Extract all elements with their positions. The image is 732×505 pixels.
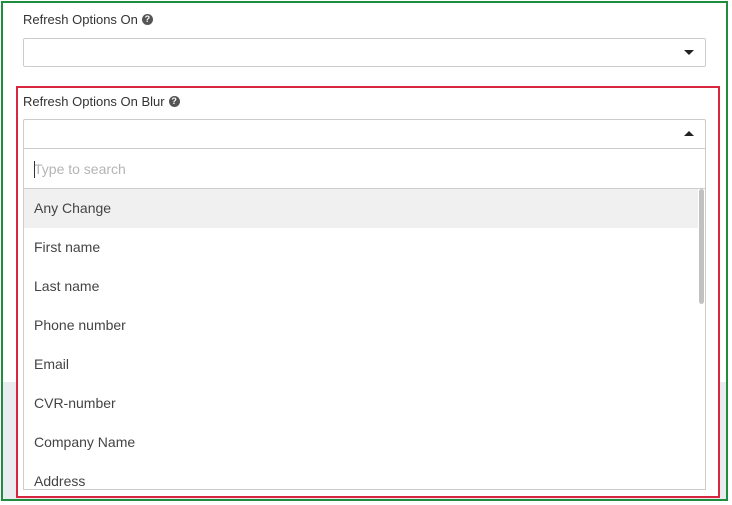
refresh-options-on-blur-label: Refresh Options On Blur ? — [23, 94, 180, 109]
refresh-options-on-label-text: Refresh Options On — [23, 12, 138, 27]
question-circle-icon[interactable]: ? — [141, 14, 153, 25]
question-circle-icon[interactable]: ? — [168, 96, 180, 107]
refresh-options-on-label: Refresh Options On ? — [23, 12, 153, 27]
option-company-name[interactable]: Company Name — [24, 423, 698, 462]
option-cvr-number[interactable]: CVR-number — [24, 384, 698, 423]
option-list: Any Change First name Last name Phone nu… — [24, 189, 698, 489]
option-phone-number[interactable]: Phone number — [24, 306, 698, 345]
refresh-options-on-blur-select[interactable] — [23, 119, 706, 148]
caret-up-icon[interactable] — [684, 131, 694, 136]
option-any-change[interactable]: Any Change — [24, 189, 698, 228]
option-last-name[interactable]: Last name — [24, 267, 698, 306]
dropdown-menu: Any Change First name Last name Phone nu… — [23, 148, 706, 490]
refresh-options-on-blur-label-text: Refresh Options On Blur — [23, 94, 165, 109]
caret-down-icon[interactable] — [684, 50, 694, 55]
refresh-options-on-select[interactable] — [23, 38, 706, 67]
scrollbar-thumb[interactable] — [699, 189, 704, 304]
option-address[interactable]: Address — [24, 462, 698, 489]
option-first-name[interactable]: First name — [24, 228, 698, 267]
option-email[interactable]: Email — [24, 345, 698, 384]
dropdown-search-input[interactable] — [24, 149, 705, 189]
text-cursor — [34, 161, 35, 178]
